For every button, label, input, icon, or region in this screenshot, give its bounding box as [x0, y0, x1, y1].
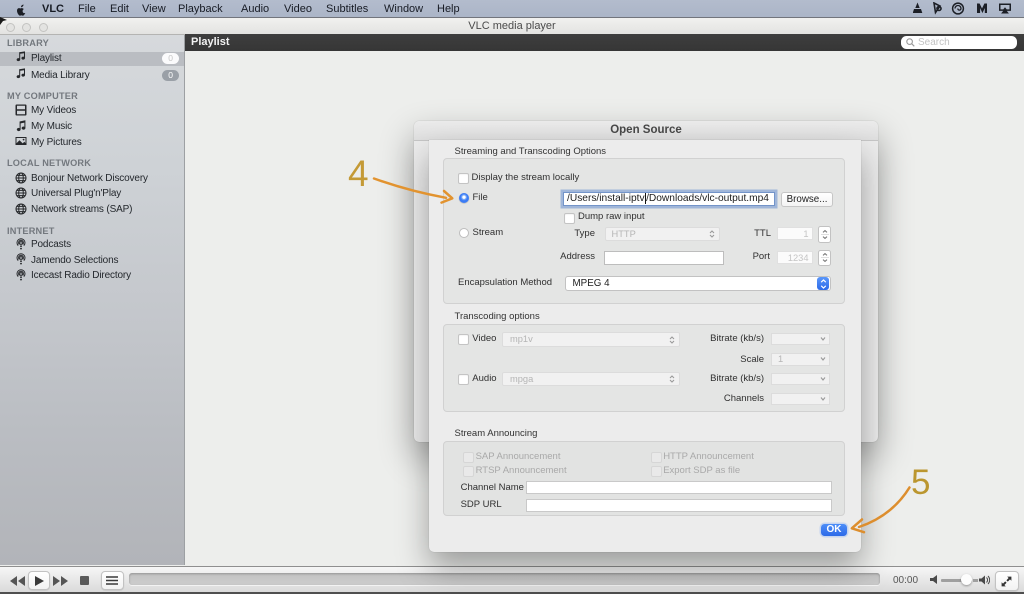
svg-text:5: 5 — [911, 463, 930, 502]
svg-text:4: 4 — [348, 153, 369, 194]
